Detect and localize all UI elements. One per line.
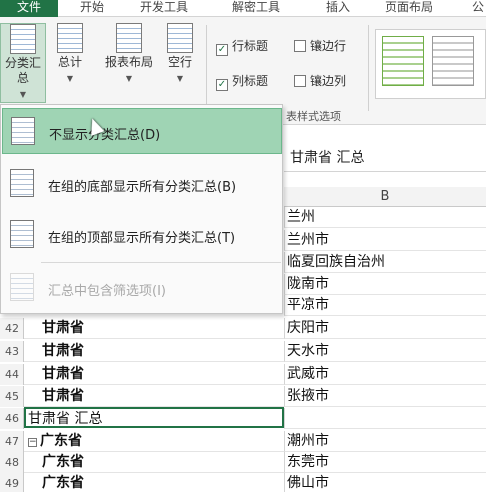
tab-insert[interactable]: 插入 — [326, 0, 350, 17]
selected-cell[interactable]: 甘肃省 汇总 — [24, 407, 284, 428]
tab-home[interactable]: 开始 — [80, 0, 104, 17]
ribbon-tabs: 文件 开始 开发工具 解密工具 插入 页面布局 公 — [0, 0, 486, 17]
row-header[interactable]: 42 — [0, 318, 24, 339]
report-layout-icon — [116, 23, 142, 53]
report-layout-button[interactable]: 报表布局 ▼ — [104, 23, 154, 86]
row-header[interactable]: 48 — [0, 452, 24, 473]
cell-b[interactable] — [284, 408, 486, 429]
blank-rows-label: 空行 — [167, 55, 192, 69]
cell-b[interactable]: 潮州市 — [284, 431, 486, 452]
chevron-down-icon: ▼ — [176, 74, 184, 83]
menu-item-subtotals-top[interactable]: 在组的顶部显示所有分类汇总(T) — [2, 212, 282, 258]
cell-b[interactable]: 武威市 — [284, 364, 486, 385]
cell-b[interactable]: 平凉市 — [284, 295, 486, 316]
menu-item-no-subtotals[interactable]: 不显示分类汇总(D) — [2, 108, 282, 154]
no-subtotals-icon — [11, 117, 35, 145]
chevron-down-icon: ▼ — [19, 90, 27, 99]
blank-rows-button[interactable]: 空行 ▼ — [160, 23, 200, 86]
banded-rows-label: 镶边行 — [310, 39, 347, 53]
row-headers-checkbox[interactable]: ✓ 行标题 — [216, 39, 268, 56]
column-headers-label: 列标题 — [232, 74, 269, 88]
checkmark-icon: ✓ — [216, 79, 228, 91]
tab-file[interactable]: 文件 — [0, 0, 58, 17]
pivot-styles-gallery[interactable] — [375, 29, 486, 99]
subtotal-label: 分类汇总 — [4, 56, 41, 85]
subtotal-icon — [10, 24, 36, 54]
blank-rows-icon — [167, 23, 193, 53]
tab-decrypt[interactable]: 解密工具 — [232, 0, 280, 17]
menu-item-subtotals-bottom[interactable]: 在组的底部显示所有分类汇总(B) — [2, 161, 282, 207]
menu-item-label: 汇总中包含筛选项(I) — [48, 284, 166, 299]
menu-item-label: 在组的顶部显示所有分类汇总(T) — [48, 231, 236, 246]
row-header[interactable]: 49 — [0, 473, 24, 492]
grand-total-label: 总计 — [57, 55, 82, 69]
menu-item-label: 不显示分类汇总(D) — [49, 128, 161, 143]
cell-b[interactable]: 张掖市 — [284, 386, 486, 407]
row-header[interactable]: 45 — [0, 386, 24, 407]
grand-total-icon — [57, 23, 83, 53]
subtotal-dropdown-menu: 不显示分类汇总(D) 在组的底部显示所有分类汇总(B) 在组的顶部显示所有分类汇… — [0, 104, 283, 314]
cell-b[interactable]: 东莞市 — [284, 452, 486, 473]
row-header[interactable]: 43 — [0, 341, 24, 362]
cell-b[interactable]: 兰州 — [284, 207, 486, 228]
row-header[interactable]: 47 — [0, 431, 24, 452]
banded-rows-checkbox[interactable]: 镶边行 — [294, 39, 346, 53]
subtotals-top-icon — [10, 220, 34, 248]
chevron-down-icon: ▼ — [66, 74, 74, 83]
tab-formulas[interactable]: 公 — [472, 0, 484, 17]
cell-a[interactable]: 甘肃省 — [24, 386, 284, 407]
cell-a[interactable]: 广东省 — [24, 452, 284, 473]
menu-item-include-filtered: 汇总中包含筛选项(I) — [2, 265, 282, 311]
cell-b[interactable]: 天水市 — [284, 341, 486, 362]
cell-a[interactable]: 广东省 — [24, 473, 284, 492]
column-header-b[interactable]: B — [284, 187, 486, 207]
row-headers-label: 行标题 — [232, 39, 269, 53]
menu-item-label: 在组的底部显示所有分类汇总(B) — [48, 180, 237, 195]
collapse-icon[interactable]: − — [28, 438, 37, 447]
cell-a[interactable]: 甘肃省 — [24, 341, 284, 362]
style-swatch[interactable] — [432, 36, 474, 86]
cell-a-text: 广东省 — [40, 433, 82, 449]
menu-separator — [41, 262, 281, 263]
chevron-down-icon: ▼ — [125, 74, 133, 83]
checkmark-icon: ✓ — [216, 44, 228, 56]
tab-developer[interactable]: 开发工具 — [140, 0, 188, 17]
subtotals-bottom-icon — [10, 169, 34, 197]
column-headers-checkbox[interactable]: ✓ 列标题 — [216, 74, 268, 91]
cell-a[interactable]: 甘肃省 — [24, 318, 284, 339]
row-header[interactable]: 46 — [0, 408, 24, 429]
cell-b[interactable]: 临夏回族自治州 — [284, 252, 486, 273]
ribbon-separator — [368, 25, 369, 111]
row-header[interactable]: 44 — [0, 364, 24, 385]
cell-b[interactable]: 陇南市 — [284, 274, 486, 295]
ribbon-separator — [206, 25, 207, 111]
banded-columns-checkbox[interactable]: 镶边列 — [294, 74, 346, 88]
grand-total-button[interactable]: 总计 ▼ — [50, 23, 90, 86]
banded-columns-label: 镶边列 — [310, 74, 347, 88]
tab-page-layout[interactable]: 页面布局 — [385, 0, 433, 17]
cell-b[interactable]: 兰州市 — [284, 230, 486, 251]
filter-icon — [10, 273, 34, 301]
style-swatch[interactable] — [382, 36, 424, 86]
report-layout-label: 报表布局 — [104, 55, 153, 69]
subtotal-button[interactable]: 分类汇总 ▼ — [0, 23, 46, 103]
cell-b[interactable]: 佛山市 — [284, 473, 486, 492]
formula-bar[interactable]: 甘肃省 汇总 — [284, 146, 486, 172]
cell-b[interactable]: 庆阳市 — [284, 318, 486, 339]
cell-a[interactable]: − 广东省 — [24, 431, 284, 452]
table-style-options-label: 表样式选项 — [286, 110, 341, 123]
cell-a[interactable]: 甘肃省 — [24, 364, 284, 385]
